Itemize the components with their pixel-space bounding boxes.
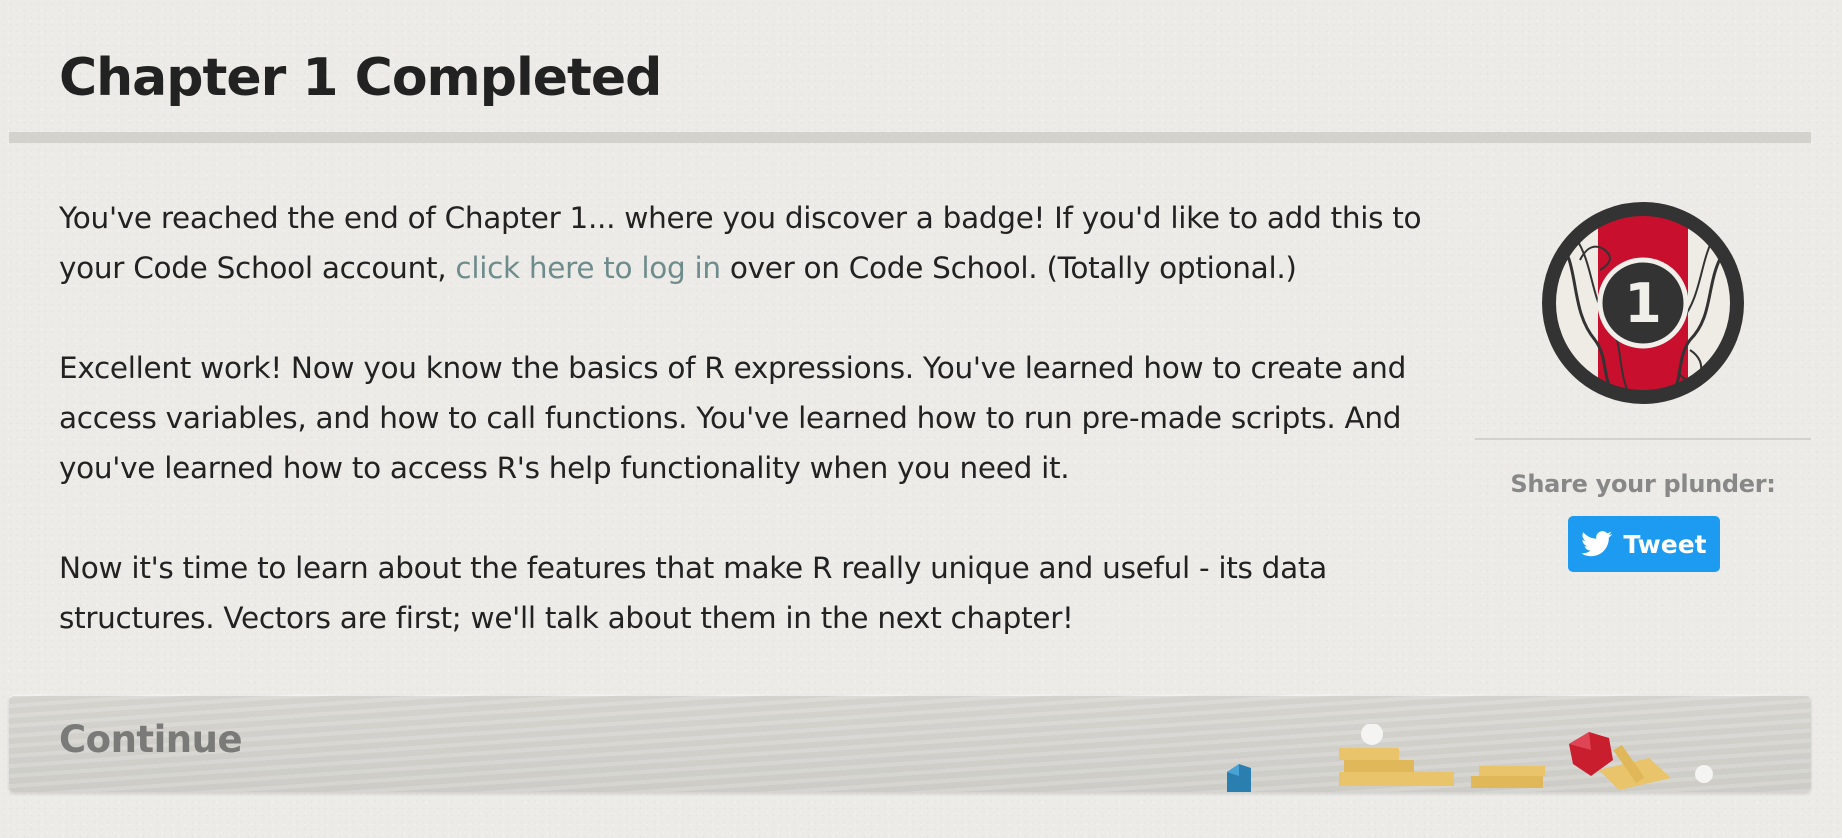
next-chapter-paragraph: Now it's time to learn about the feature… — [59, 551, 1327, 635]
twitter-bird-icon — [1581, 531, 1613, 557]
login-paragraph-text-after: over on Code School. (Totally optional.) — [720, 251, 1297, 285]
tweet-button-label: Tweet — [1623, 529, 1707, 559]
tweet-button[interactable]: Tweet — [1568, 516, 1720, 572]
login-link[interactable]: click here to log in — [455, 251, 721, 285]
chapter-badge: 1 — [1540, 200, 1746, 406]
page-title: Chapter 1 Completed — [59, 48, 662, 108]
recap-paragraph: Excellent work! Now you know the basics … — [59, 351, 1406, 485]
sidebar-divider — [1475, 438, 1811, 440]
continue-button[interactable]: Continue — [9, 694, 1811, 792]
badge-number: 1 — [1624, 271, 1662, 335]
title-divider — [9, 132, 1811, 143]
login-paragraph: You've reached the end of Chapter 1... w… — [59, 193, 1449, 293]
continue-label: Continue — [59, 718, 243, 761]
treasure-pile-icon — [1227, 724, 1713, 792]
share-label: Share your plunder: — [1510, 470, 1776, 498]
chapter-summary: You've reached the end of Chapter 1... w… — [59, 193, 1449, 693]
